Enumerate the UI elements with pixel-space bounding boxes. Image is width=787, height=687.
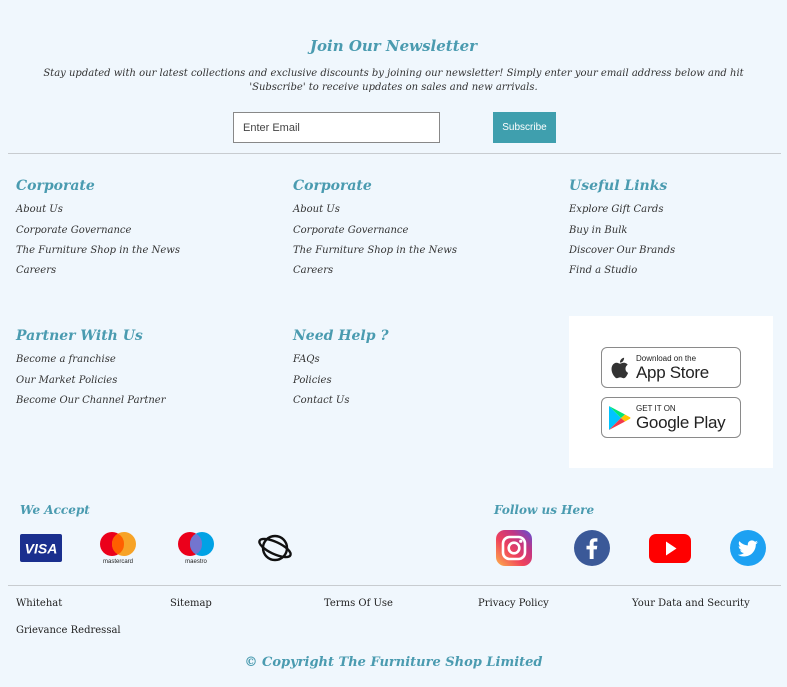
email-input[interactable] bbox=[233, 112, 440, 143]
link-in-the-news[interactable]: The Furniture Shop in the News bbox=[293, 245, 457, 256]
link-faqs[interactable]: FAQs bbox=[293, 354, 389, 365]
link-about-us[interactable]: About Us bbox=[16, 204, 180, 215]
footer-column-partner: Partner With Us Become a franchise Our M… bbox=[16, 328, 165, 406]
newsletter-description: Stay updated with our latest collections… bbox=[43, 68, 744, 93]
link-whitehat[interactable]: Whitehat bbox=[16, 598, 62, 609]
maestro-text: maestro bbox=[185, 559, 207, 565]
footer-column-useful-links: Useful Links Explore Gift Cards Buy in B… bbox=[569, 178, 675, 276]
link-discover-brands[interactable]: Discover Our Brands bbox=[569, 245, 675, 256]
footer-column-corporate-1: Corporate About Us Corporate Governance … bbox=[16, 178, 180, 276]
copyright-text: © Copyright The Furniture Shop Limited bbox=[244, 655, 543, 670]
link-channel-partner[interactable]: Become Our Channel Partner bbox=[16, 395, 165, 406]
visa-text: VISA bbox=[25, 541, 58, 557]
we-accept-title: We Accept bbox=[20, 503, 90, 517]
google-play-icon bbox=[602, 405, 636, 431]
link-corporate-governance[interactable]: Corporate Governance bbox=[293, 225, 457, 236]
visa-icon: VISA bbox=[20, 532, 62, 564]
column-title: Corporate bbox=[16, 178, 95, 194]
instagram-icon[interactable] bbox=[496, 530, 532, 566]
link-in-the-news[interactable]: The Furniture Shop in the News bbox=[16, 245, 180, 256]
mastercard-icon: mastercard bbox=[97, 532, 139, 565]
link-terms-of-use[interactable]: Terms Of Use bbox=[324, 598, 393, 609]
newsletter-title: Join Our Newsletter bbox=[309, 37, 478, 55]
link-sitemap[interactable]: Sitemap bbox=[170, 598, 212, 609]
google-play-small-text: GET IT ON bbox=[636, 403, 676, 413]
app-store-button[interactable]: Download on the App Store bbox=[601, 347, 741, 388]
link-privacy-policy[interactable]: Privacy Policy bbox=[478, 598, 549, 609]
facebook-icon[interactable] bbox=[574, 530, 610, 566]
link-data-security[interactable]: Your Data and Security bbox=[632, 598, 750, 609]
maestro-icon: maestro bbox=[175, 532, 217, 565]
footer-column-need-help: Need Help ? FAQs Policies Contact Us bbox=[293, 328, 389, 406]
subscribe-button[interactable]: Subscribe bbox=[493, 112, 556, 143]
planet-icon bbox=[256, 532, 294, 564]
google-play-big-text: Google Play bbox=[636, 412, 726, 432]
link-find-studio[interactable]: Find a Studio bbox=[569, 265, 675, 276]
link-careers[interactable]: Careers bbox=[16, 265, 180, 276]
column-title: Useful Links bbox=[569, 178, 668, 194]
link-contact-us[interactable]: Contact Us bbox=[293, 395, 389, 406]
column-title: Corporate bbox=[293, 178, 372, 194]
link-corporate-governance[interactable]: Corporate Governance bbox=[16, 225, 180, 236]
divider bbox=[8, 585, 781, 586]
footer-column-corporate-2: Corporate About Us Corporate Governance … bbox=[293, 178, 457, 276]
google-play-button[interactable]: GET IT ON Google Play bbox=[601, 397, 741, 438]
follow-us-title: Follow us Here bbox=[494, 503, 595, 517]
app-store-small-text: Download on the bbox=[636, 353, 697, 363]
column-title: Need Help ? bbox=[293, 328, 389, 344]
link-about-us[interactable]: About Us bbox=[293, 204, 457, 215]
youtube-icon[interactable] bbox=[649, 530, 691, 566]
divider bbox=[8, 153, 781, 154]
link-policies[interactable]: Policies bbox=[293, 375, 389, 386]
apple-icon bbox=[602, 356, 636, 380]
column-title: Partner With Us bbox=[16, 328, 143, 344]
link-grievance-redressal[interactable]: Grievance Redressal bbox=[16, 625, 121, 636]
link-careers[interactable]: Careers bbox=[293, 265, 457, 276]
link-market-policies[interactable]: Our Market Policies bbox=[16, 375, 165, 386]
link-buy-in-bulk[interactable]: Buy in Bulk bbox=[569, 225, 675, 236]
twitter-icon[interactable] bbox=[730, 530, 766, 566]
mastercard-text: mastercard bbox=[103, 559, 133, 565]
app-store-big-text: App Store bbox=[636, 362, 709, 382]
app-download-box: Download on the App Store GET IT ON Goog… bbox=[569, 316, 773, 468]
link-gift-cards[interactable]: Explore Gift Cards bbox=[569, 204, 675, 215]
link-franchise[interactable]: Become a franchise bbox=[16, 354, 165, 365]
